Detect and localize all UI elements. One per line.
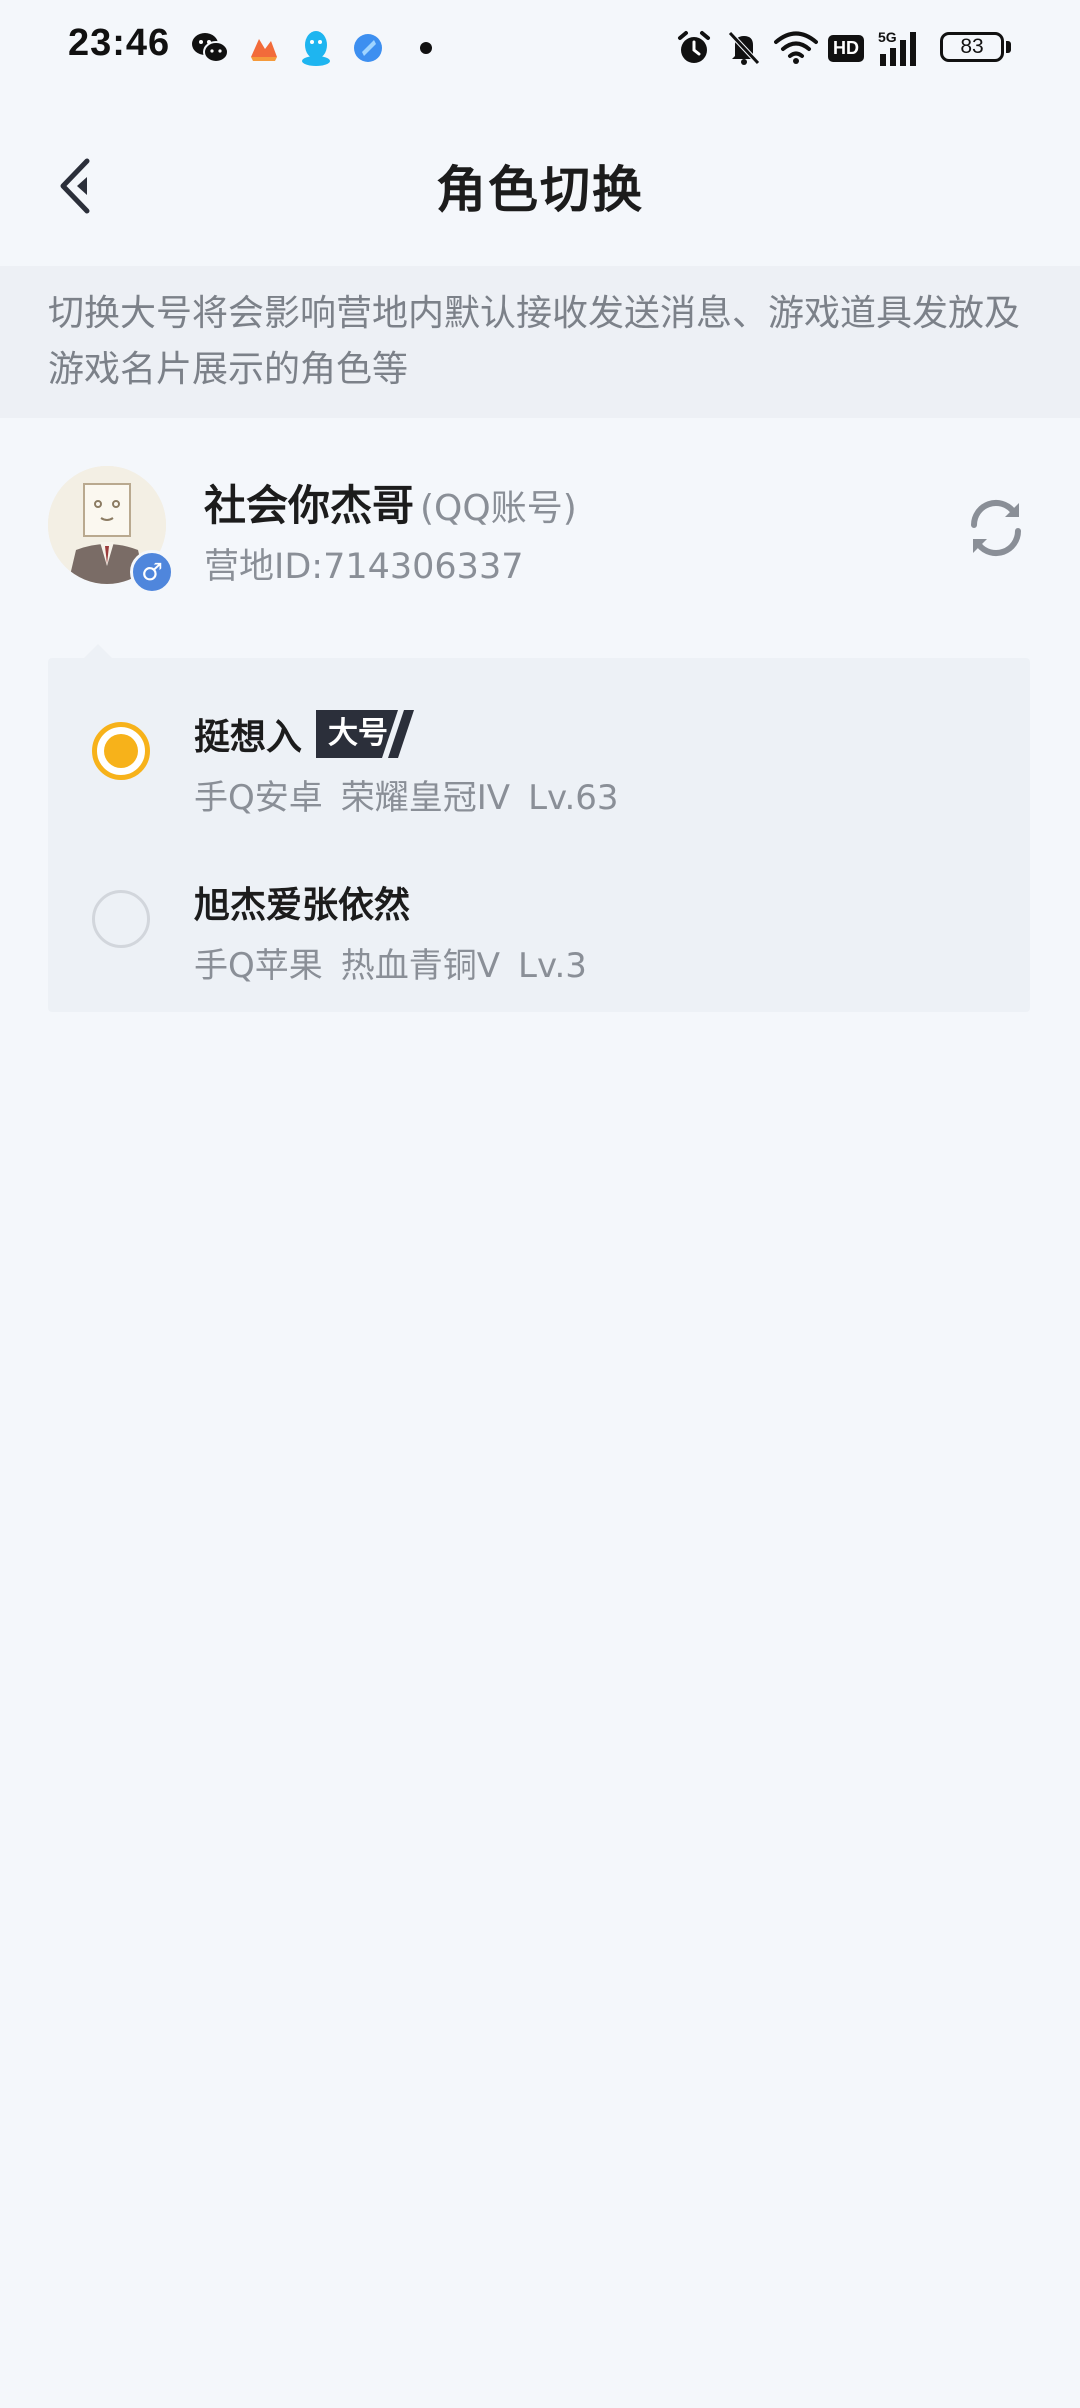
status-time: 23:46 xyxy=(68,22,171,64)
svg-text:5G: 5G xyxy=(878,29,897,45)
role-name: 旭杰爱张依然 xyxy=(194,885,411,926)
account-id: 营地ID:714306337 xyxy=(204,547,524,587)
alarm-icon xyxy=(672,26,716,70)
gender-male-icon: ♂ xyxy=(130,550,174,594)
battery-level: 83 xyxy=(960,35,984,58)
app-icon xyxy=(348,28,388,68)
refresh-button[interactable] xyxy=(958,490,1034,566)
radio-selected[interactable] xyxy=(92,722,150,780)
wifi-icon xyxy=(772,26,820,70)
hd-icon: HD xyxy=(826,26,866,70)
role-item-1[interactable]: 挺想入 大号 手Q安卓 荣耀皇冠IV Lv.63 xyxy=(48,668,1030,836)
card-pointer xyxy=(84,644,112,658)
role-platform: 手Q安卓 xyxy=(194,778,323,818)
more-notifications-dot xyxy=(420,42,432,54)
role-list: 挺想入 大号 手Q安卓 荣耀皇冠IV Lv.63 旭杰爱张依然 手Q苹果 热血青铜V L… xyxy=(48,658,1030,1012)
mute-icon xyxy=(722,26,766,70)
role-detail: 手Q苹果 热血青铜V Lv.3 xyxy=(194,938,605,987)
refresh-icon xyxy=(970,499,1022,557)
hd-label: HD xyxy=(828,34,864,62)
battery-tip xyxy=(1006,41,1011,53)
wechat-icon xyxy=(190,28,230,68)
role-rank: 荣耀皇冠IV xyxy=(340,778,511,818)
notice-text: 切换大号将会影响营地内默认接收发送消息、游戏道具发放及游戏名片展示的角色等 xyxy=(0,266,1080,418)
role-level: Lv.3 xyxy=(518,946,587,986)
role-item-2[interactable]: 旭杰爱张依然 手Q苹果 热血青铜V Lv.3 xyxy=(48,836,1030,1004)
status-bar: 23:46 HD 5G 83 xyxy=(0,0,1080,96)
account-name: 社会你杰哥 xyxy=(204,481,415,530)
account-type: (QQ账号) xyxy=(420,488,577,529)
account-row: ♂ 社会你杰哥 (QQ账号) 营地ID:714306337 xyxy=(0,418,1080,648)
signal-icon: 5G xyxy=(874,26,930,70)
app-header: 角色切换 xyxy=(0,96,1080,266)
role-name-line: 挺想入 大号 xyxy=(194,708,434,760)
account-name-line: 社会你杰哥 (QQ账号) xyxy=(204,472,577,533)
role-rank: 热血青铜V xyxy=(340,946,501,986)
main-tag-label: 大号 xyxy=(328,716,389,751)
main-account-tag: 大号 xyxy=(316,710,434,758)
role-detail: 手Q安卓 荣耀皇冠IV Lv.63 xyxy=(194,770,637,819)
mango-app-icon xyxy=(244,28,284,68)
role-name: 挺想入 xyxy=(194,717,303,758)
role-name-line: 旭杰爱张依然 xyxy=(194,876,410,928)
page-title: 角色切换 xyxy=(436,161,644,219)
role-level: Lv.63 xyxy=(528,778,619,818)
battery-icon: 83 xyxy=(940,32,1004,62)
qq-icon xyxy=(296,28,336,68)
role-platform: 手Q苹果 xyxy=(194,946,323,986)
radio-unselected[interactable] xyxy=(92,890,150,948)
